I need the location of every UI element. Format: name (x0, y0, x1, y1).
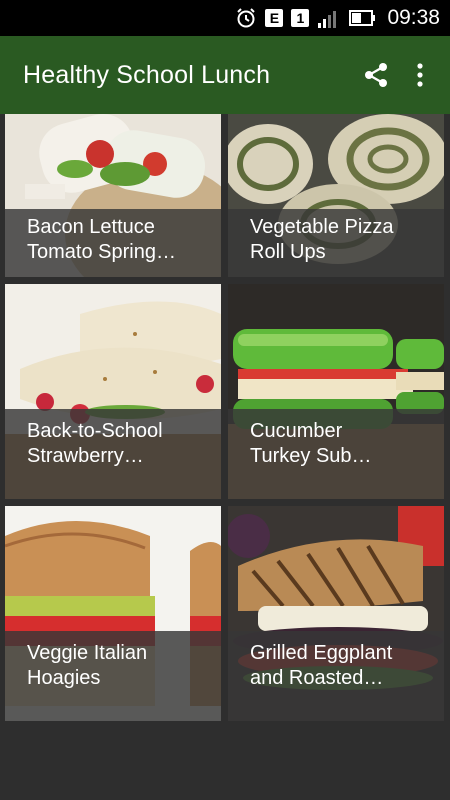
recipe-title-line1: Vegetable Pizza (250, 216, 394, 238)
e-badge-icon: E (265, 9, 284, 27)
app-bar: Healthy School Lunch (0, 36, 450, 114)
more-vert-icon (417, 63, 423, 87)
recipe-title-line1: Grilled Eggplant (250, 642, 393, 664)
share-icon (365, 63, 387, 87)
share-button[interactable] (352, 36, 400, 114)
recipe-card[interactable]: Bacon Lettuce Tomato Spring… (5, 114, 221, 277)
recipe-title-line1: Cucumber (250, 420, 343, 442)
recipe-caption: Vegetable Pizza Roll Ups (228, 209, 444, 277)
recipe-caption: Back-to-School Strawberry… (5, 409, 221, 499)
status-time: 09:38 (387, 6, 440, 29)
signal-icon (317, 7, 341, 29)
recipe-title-line2: Strawberry… (27, 445, 144, 467)
alarm-icon (235, 7, 257, 29)
more-options-button[interactable] (400, 36, 440, 114)
app-title: Healthy School Lunch (23, 60, 271, 89)
recipe-card[interactable]: Back-to-School Strawberry… (5, 284, 221, 499)
sim-1-icon: 1 (291, 9, 310, 27)
recipe-caption: Veggie Italian Hoagies (5, 631, 221, 721)
recipe-caption: Grilled Eggplant and Roasted… (228, 631, 444, 721)
recipe-grid: Bacon Lettuce Tomato Spring… Vegetable P… (5, 114, 445, 721)
recipe-caption: Cucumber Turkey Sub… (228, 409, 444, 499)
recipe-card[interactable]: Cucumber Turkey Sub… (228, 284, 444, 499)
recipe-card[interactable]: Veggie Italian Hoagies (5, 506, 221, 721)
recipe-card[interactable]: Grilled Eggplant and Roasted… (228, 506, 444, 721)
recipe-card[interactable]: Vegetable Pizza Roll Ups (228, 114, 444, 277)
recipe-title-line2: Roll Ups (250, 241, 326, 263)
recipe-title-line2: Turkey Sub… (250, 445, 372, 467)
recipe-title-line2: Tomato Spring… (27, 241, 176, 263)
recipe-title-line2: and Roasted… (250, 667, 384, 689)
battery-icon (349, 8, 377, 28)
recipe-title-line1: Veggie Italian (27, 642, 148, 664)
recipe-caption: Bacon Lettuce Tomato Spring… (5, 209, 221, 277)
recipe-title-line1: Back-to-School (27, 420, 163, 442)
recipe-title-line2: Hoagies (27, 667, 101, 689)
recipe-title-line1: Bacon Lettuce (27, 216, 155, 238)
status-bar: E 1 09:38 (0, 0, 450, 36)
